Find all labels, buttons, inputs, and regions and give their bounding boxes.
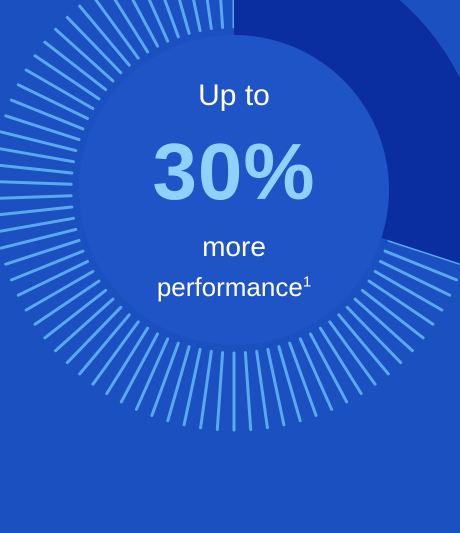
footnote-marker: 1 (302, 273, 312, 291)
tick-mark (163, 0, 180, 39)
tick-mark (298, 337, 334, 411)
tick-mark (215, 351, 225, 431)
tick-mark (219, 0, 225, 29)
tick-mark (134, 337, 170, 411)
stat-suffix-line2: performance1 (0, 270, 460, 304)
stat-value: 30% (152, 127, 316, 216)
stat-graphic: Up to 30% more performance1 (0, 0, 460, 533)
stat-prefix: Up to (198, 79, 270, 112)
tick-mark (205, 0, 213, 31)
stat-suffix-line1: more (202, 231, 266, 262)
stat-suffix-text: performance (156, 272, 303, 302)
tick-mark (150, 341, 180, 417)
tick-mark (199, 349, 213, 430)
tick-mark (243, 351, 253, 431)
tick-mark (288, 341, 318, 417)
tick-mark (255, 349, 269, 430)
